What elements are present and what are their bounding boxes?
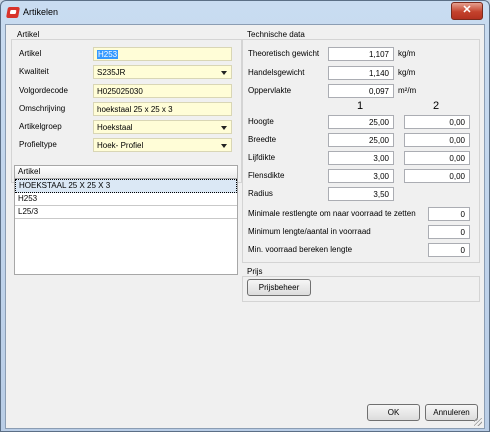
handelsgewicht-input[interactable]: 1,140 [328,66,394,80]
profieltype-combo[interactable]: Hoek- Profiel [93,138,232,152]
chevron-down-icon [221,71,227,75]
prijs-section-title: Prijs [247,267,263,276]
radius-label: Radius [248,189,273,198]
breedte-1-input[interactable]: 25,00 [328,133,394,147]
artikel-section-title: Artikel [17,30,40,39]
kwaliteit-combo[interactable]: S235JR [93,65,232,79]
min-voorraad-input[interactable]: 0 [428,243,470,257]
resize-grip-icon[interactable] [474,418,482,426]
theoretisch-gewicht-unit: kg/m [398,49,416,58]
app-icon [6,7,20,18]
theoretisch-gewicht-input[interactable]: 1,107 [328,47,394,61]
volgordecode-input[interactable]: H025025030 [93,84,232,98]
column-2-header: 2 [433,100,440,112]
artikelgroep-label: Artikelgroep [19,122,62,131]
profieltype-value: Hoek- Profiel [97,141,144,150]
breedte-label: Breedte [248,135,277,144]
volgordecode-label: Volgordecode [19,86,68,95]
dialog-window: Artikelen ✕ Artikel Artikel H253 Kwalite… [0,0,490,432]
hoogte-label: Hoogte [248,117,274,126]
breedte-2-input[interactable]: 0,00 [404,133,470,147]
prijsbeheer-button[interactable]: Prijsbeheer [247,279,311,296]
chevron-down-icon [221,144,227,148]
artikel-label: Artikel [19,49,42,58]
min-restlengte-label: Minimale restlengte om naar voorraad te … [248,209,416,218]
artikel-list[interactable]: Artikel HOEKSTAAL 25 X 25 X 3 H253 L25/3 [14,165,238,275]
hoogte-1-input[interactable]: 25,00 [328,115,394,129]
window-title: Artikelen [23,7,59,17]
handelsgewicht-label: Handelsgewicht [248,68,305,77]
oppervlakte-label: Oppervlakte [248,86,292,95]
kwaliteit-value: S235JR [97,68,126,77]
title-bar[interactable]: Artikelen ✕ [1,1,489,25]
flensdikte-label: Flensdikte [248,171,285,180]
lijfdikte-2-input[interactable]: 0,00 [404,151,470,165]
chevron-down-icon [221,126,227,130]
lijfdikte-1-input[interactable]: 3,00 [328,151,394,165]
list-item[interactable]: L25/3 [15,206,237,219]
flensdikte-1-input[interactable]: 3,00 [328,169,394,183]
close-button[interactable]: ✕ [451,2,483,20]
artikel-list-header[interactable]: Artikel [15,166,237,179]
profieltype-label: Profieltype [19,140,57,149]
min-lengte-aantal-label: Minimum lengte/aantal in voorraad [248,227,371,236]
artikelgroep-combo[interactable]: Hoekstaal [93,120,232,134]
column-1-header: 1 [357,100,364,112]
min-voorraad-label: Min. voorraad bereken lengte [248,245,353,254]
handelsgewicht-unit: kg/m [398,68,416,77]
radius-input[interactable]: 3,50 [328,187,394,201]
list-item[interactable]: HOEKSTAAL 25 X 25 X 3 [15,179,237,193]
cancel-button[interactable]: Annuleren [425,404,478,421]
lijfdikte-label: Lijfdikte [248,153,276,162]
hoogte-2-input[interactable]: 0,00 [404,115,470,129]
artikel-input[interactable]: H253 [93,47,232,61]
ok-button[interactable]: OK [367,404,420,421]
oppervlakte-unit: m²/m [398,86,417,95]
min-lengte-aantal-input[interactable]: 0 [428,225,470,239]
omschrijving-label: Omschrijving [19,104,66,113]
omschrijving-input[interactable]: hoekstaal 25 x 25 x 3 [93,102,232,116]
flensdikte-2-input[interactable]: 0,00 [404,169,470,183]
theoretisch-gewicht-label: Theoretisch gewicht [248,49,320,58]
dialog-body: Artikel Artikel H253 Kwaliteit S235JR Vo… [5,24,485,429]
artikelgroep-value: Hoekstaal [97,123,133,132]
oppervlakte-input[interactable]: 0,097 [328,84,394,98]
list-item[interactable]: H253 [15,193,237,206]
kwaliteit-label: Kwaliteit [19,67,49,76]
technische-section-title: Technische data [247,30,305,39]
min-restlengte-input[interactable]: 0 [428,207,470,221]
